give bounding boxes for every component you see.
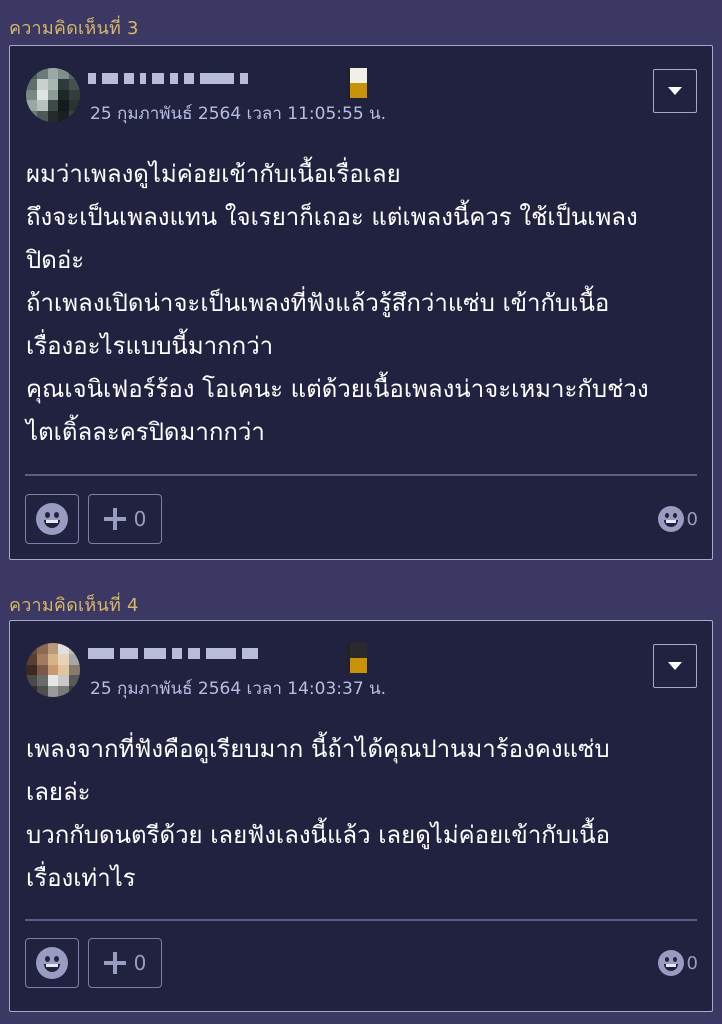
chevron-down-icon — [668, 662, 682, 670]
smiley-icon — [657, 506, 684, 532]
comment-body: เพลงจากที่ฟังคือดูเรียบมาก นี้ถ้าได้คุณป… — [26, 735, 611, 892]
comment-timestamp: 25 กุมภาพันธ์ 2564 เวลา 14:03:37 น. — [90, 679, 387, 699]
smiley-icon — [36, 503, 68, 535]
plus-icon — [103, 952, 126, 974]
username-redacted[interactable] — [88, 70, 248, 86]
username-redacted[interactable] — [88, 645, 258, 661]
emotion-count: 0 — [686, 952, 698, 974]
avatar[interactable] — [26, 643, 80, 697]
smiley-icon — [657, 950, 684, 976]
emotion-button[interactable] — [25, 938, 79, 988]
emotion-summary[interactable]: 0 — [657, 506, 698, 532]
comment-number-label: ความคิดเห็นที่ 4 — [9, 595, 139, 616]
plus-icon — [103, 508, 126, 530]
member-badge-icon — [347, 68, 367, 98]
comment-card: 25 กุมภาพันธ์ 2564 เวลา 14:03:37 น. เพลง… — [9, 620, 713, 1012]
comment-body: ผมว่าเพลงดูไม่ค่อยเข้ากับเนื้อเรื่อเลย ถ… — [26, 160, 649, 446]
divider — [25, 919, 697, 921]
divider — [25, 474, 697, 476]
avatar[interactable] — [26, 68, 80, 122]
comment-menu-button[interactable] — [653, 644, 697, 688]
emotion-button[interactable] — [25, 494, 79, 544]
plus-vote-button[interactable]: 0 — [88, 938, 162, 988]
plus-vote-button[interactable]: 0 — [88, 494, 162, 544]
chevron-down-icon — [668, 87, 682, 95]
smiley-icon — [36, 947, 68, 979]
comment-number-label: ความคิดเห็นที่ 3 — [9, 18, 139, 39]
comment-menu-button[interactable] — [653, 69, 697, 113]
emotion-count: 0 — [686, 508, 698, 530]
comment-timestamp: 25 กุมภาพันธ์ 2564 เวลา 11:05:55 น. — [90, 104, 387, 124]
comment-card: 25 กุมภาพันธ์ 2564 เวลา 11:05:55 น. ผมว่… — [9, 45, 713, 560]
emotion-summary[interactable]: 0 — [657, 950, 698, 976]
member-badge-icon — [347, 643, 367, 673]
plus-count: 0 — [133, 507, 147, 531]
plus-count: 0 — [133, 951, 147, 975]
